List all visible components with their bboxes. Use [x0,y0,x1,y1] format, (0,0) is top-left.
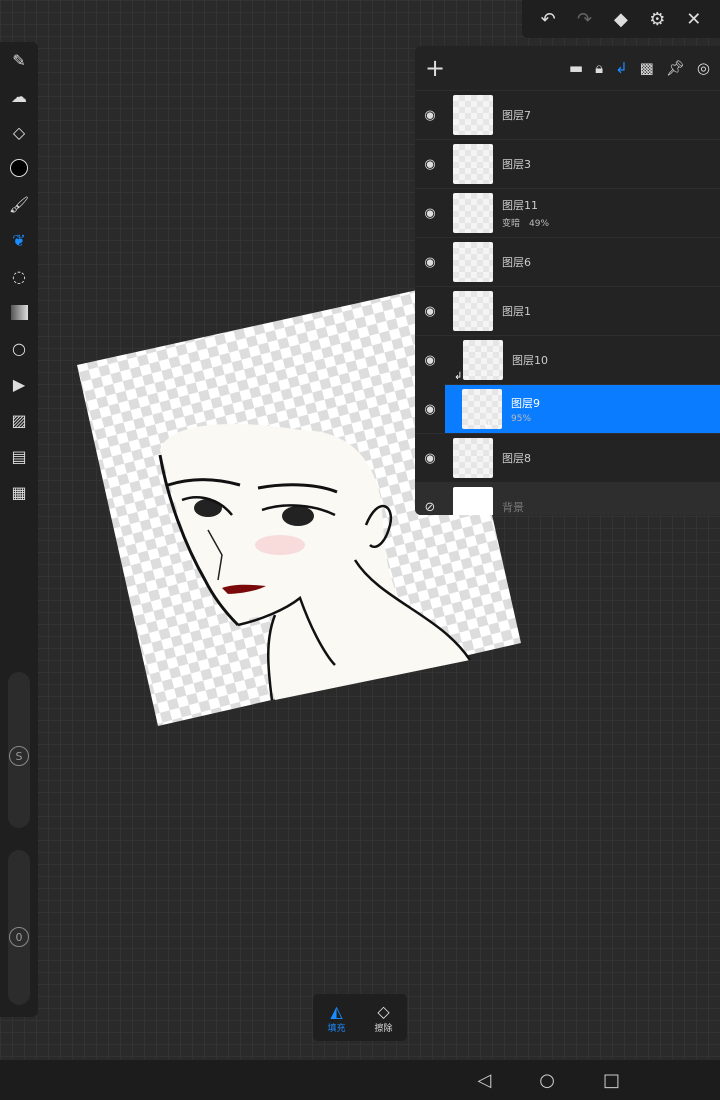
layer-thumbnail [453,487,493,515]
gradient-icon[interactable] [0,294,38,330]
back-icon[interactable]: ◁ [477,1070,491,1091]
fill-button[interactable]: ◭ 填充 [313,994,360,1041]
layer-row[interactable]: ◉ 图层8 [415,433,720,482]
layer-name: 图层10 [512,354,548,367]
clip-mask-icon[interactable]: ↲ [615,59,628,77]
eye-hidden-icon[interactable]: ⊘ [415,500,445,515]
layer-row[interactable]: ◉ 图层11 变暗 49% [415,188,720,237]
layer-name: 图层9 [511,396,540,410]
layer-thumbnail [453,242,493,282]
paint-bucket-icon: ◭ [330,1001,343,1021]
layer-name: 图层11 [502,199,538,212]
layer-thumbnail [453,193,493,233]
undo-icon[interactable]: ↶ [533,9,563,30]
eye-icon[interactable]: ◉ [415,353,445,368]
layer-thumbnail [453,438,493,478]
layer-blend-info: 95% [511,413,532,424]
opacity-slider[interactable]: 0 [8,850,30,1005]
eye-icon[interactable]: ◉ [415,255,445,270]
layer-name: 图层1 [502,305,531,318]
settings-icon[interactable]: ⚙ [642,9,672,30]
layer-name: 图层7 [502,109,531,122]
eye-icon[interactable]: ◉ [415,385,445,434]
layer-row[interactable]: ◉ 图层7 [415,90,720,139]
folder-icon[interactable]: ▬ [569,59,583,77]
layer-thumbnail [453,291,493,331]
erase-button[interactable]: ◇ 擦除 [360,994,407,1041]
recents-icon[interactable]: □ [603,1070,620,1091]
more-tools-icon[interactable]: ▦ [0,474,38,510]
video-icon[interactable]: ▶ [0,366,38,402]
layers-panel-header: + ▬ 🔒︎ ↲ ▩ 📌︎ ◎ [415,46,720,90]
layer-row[interactable]: ◉ 图层10 ↲ [415,335,720,384]
layers-icon[interactable]: ◆ [606,9,636,30]
eye-icon[interactable]: ◉ [415,304,445,319]
clip-arrow-icon: ↲ [483,420,492,431]
layer-blend-info: 变暗 49% [502,219,550,229]
brush-settings-icon[interactable]: 🖌 [0,186,38,222]
pencil-icon[interactable]: ✎ [0,42,38,78]
layer-name: 图层3 [502,158,531,171]
eye-icon[interactable]: ◉ [415,108,445,123]
filter-icon[interactable]: ▤ [0,438,38,474]
layer-thumbnail [462,389,502,429]
size-slider-knob[interactable]: S [9,746,29,766]
system-nav-bar: ◁ ○ □ [0,1060,720,1100]
color-picker-icon[interactable] [0,150,38,186]
redo-icon[interactable]: ↷ [570,9,600,30]
shape-icon[interactable]: ○ [0,330,38,366]
layer-row[interactable]: ◉ 图层9 95% ↲ [415,384,720,434]
layer-thumbnail [453,95,493,135]
layer-thumbnail [453,144,493,184]
lasso-icon[interactable]: ◌ [0,258,38,294]
clip-arrow-icon: ↲ [454,371,463,382]
layers-panel: + ▬ 🔒︎ ↲ ▩ 📌︎ ◎ ◉ 图层7 ◉ 图层3 ◉ 图层11 变暗 49%… [415,46,720,515]
layer-thumbnail [463,340,503,380]
alpha-lock-icon[interactable]: ▩ [640,59,654,77]
bottom-tool-options: ◭ 填充 ◇ 擦除 [313,994,407,1041]
layer-row[interactable]: ◉ 图层1 [415,286,720,335]
fill-label: 填充 [327,1023,346,1034]
smudge-icon[interactable]: ☁ [0,78,38,114]
erase-label: 擦除 [374,1023,393,1034]
eye-icon[interactable]: ◉ [415,206,445,221]
top-toolbar: ↶ ↷ ◆ ⚙ ✕ [522,0,720,38]
eraser-icon[interactable]: ◇ [0,114,38,150]
reference-icon[interactable]: ◎ [697,59,710,77]
opacity-slider-knob[interactable]: 0 [9,927,29,947]
import-image-icon[interactable]: ▨ [0,402,38,438]
home-icon[interactable]: ○ [539,1070,555,1091]
brush-size-slider[interactable]: S [8,672,30,828]
layer-row[interactable]: ◉ 图层6 [415,237,720,286]
pin-icon[interactable]: 📌︎ [666,59,685,77]
eraser-icon: ◇ [377,1001,390,1021]
layer-name: 图层8 [502,452,531,465]
layer-name: 图层6 [502,256,531,269]
close-icon[interactable]: ✕ [679,9,709,30]
liquify-icon[interactable]: ❦ [0,222,38,258]
layer-row[interactable]: ⊘ 背景 [415,482,720,515]
lock-icon[interactable]: 🔒︎ [595,59,603,77]
layer-row[interactable]: ◉ 图层3 [415,139,720,188]
eye-icon[interactable]: ◉ [415,157,445,172]
add-layer-button[interactable]: + [425,54,465,82]
eye-icon[interactable]: ◉ [415,451,445,466]
layer-name: 背景 [502,501,524,514]
